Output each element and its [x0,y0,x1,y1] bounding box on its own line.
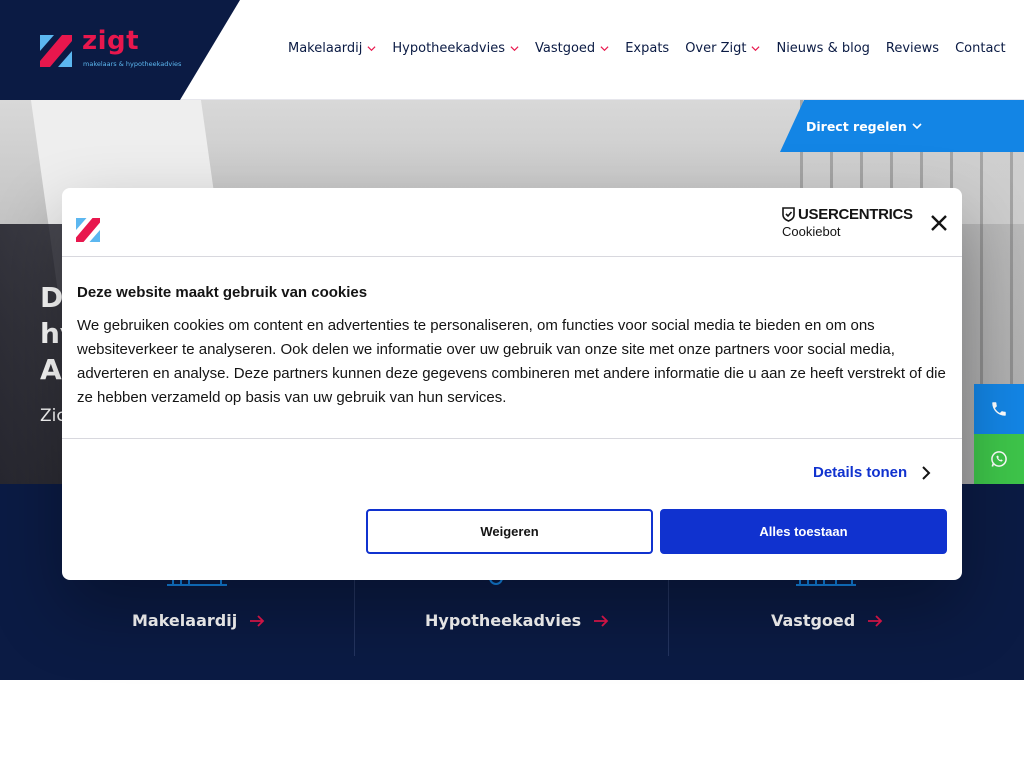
arrow-right-icon [250,614,265,627]
details-tonen-link[interactable]: Details tonen [813,464,931,481]
chevron-down-icon [510,46,519,52]
service-label: Vastgoed [771,611,856,630]
chevron-down-icon [912,123,922,130]
nav-item-vastgoed[interactable]: Vastgoed [535,41,609,56]
service-label: Makelaardij [132,611,238,630]
dialog-body-text: We gebruiken cookies om content en adver… [77,317,946,406]
chevron-down-icon [751,46,760,52]
nav-item-contact[interactable]: Contact [955,41,1006,56]
close-icon[interactable] [928,212,950,234]
service-hypotheekadvies-link[interactable]: Hypotheekadvies [425,611,609,630]
nav-item-over-zigt[interactable]: Over Zigt [685,41,760,56]
nav-item-makelaardij[interactable]: Makelaardij [288,41,376,56]
chevron-right-icon [922,465,931,480]
nav-item-label: Hypotheekadvies [392,41,505,56]
nav-item-label: Makelaardij [288,41,363,56]
whatsapp-icon [991,451,1007,467]
arrow-right-icon [594,614,609,627]
dialog-title: Deze website maakt gebruik van cookies [77,284,368,301]
site-header: zigt makelaars & hypotheekadvies Makelaa… [0,0,1024,100]
cookiebot-brand-top: USERCENTRICS [782,206,913,223]
nav-item-label: Expats [625,41,670,56]
nav-item-label: Reviews [885,41,940,56]
arrow-right-icon [868,614,883,627]
shield-icon [782,207,795,222]
usercentrics-text: USERCENTRICS [798,206,913,223]
dialog-header: USERCENTRICS Cookiebot [62,188,962,257]
direct-regelen-button[interactable]: Direct regelen [780,100,1024,152]
cookie-consent-dialog: USERCENTRICS Cookiebot Deze website maak… [62,188,962,580]
logo-wordmark: zigt [82,26,140,56]
phone-icon [992,402,1006,416]
nav-item-label: Contact [955,41,1006,56]
chevron-down-icon [600,46,609,52]
nav-item-reviews[interactable]: Reviews [886,41,939,56]
service-vastgoed-link[interactable]: Vastgoed [771,611,883,630]
nav-item-label: Nieuws & blog [776,41,870,56]
nav-item-hypotheekadvies[interactable]: Hypotheekadvies [392,41,519,56]
main-navigation: Makelaardij Hypotheekadvies Vastgoed Exp… [288,41,1006,56]
nav-item-label: Over Zigt [685,41,747,56]
cookiebot-logo[interactable]: USERCENTRICS Cookiebot [782,206,913,240]
logo-mark-icon [40,35,72,67]
phone-button[interactable] [974,384,1024,434]
cookiebot-text: Cookiebot [782,224,841,239]
details-label: Details tonen [813,464,908,481]
site-logo-icon [76,218,100,242]
service-makelaardij-link[interactable]: Makelaardij [132,611,265,630]
nav-item-label: Vastgoed [535,41,596,56]
nav-item-expats[interactable]: Expats [625,41,669,56]
site-logo[interactable]: zigt makelaars & hypotheekadvies [40,26,190,72]
alles-toestaan-button[interactable]: Alles toestaan [660,509,947,554]
direct-regelen-label: Direct regelen [806,118,907,134]
weigeren-button[interactable]: Weigeren [366,509,653,554]
chevron-down-icon [367,46,376,52]
logo-tagline: makelaars & hypotheekadvies [83,60,182,68]
whatsapp-button[interactable] [974,434,1024,484]
nav-item-nieuws-blog[interactable]: Nieuws & blog [776,41,869,56]
divider [62,438,962,439]
service-label: Hypotheekadvies [425,611,582,630]
